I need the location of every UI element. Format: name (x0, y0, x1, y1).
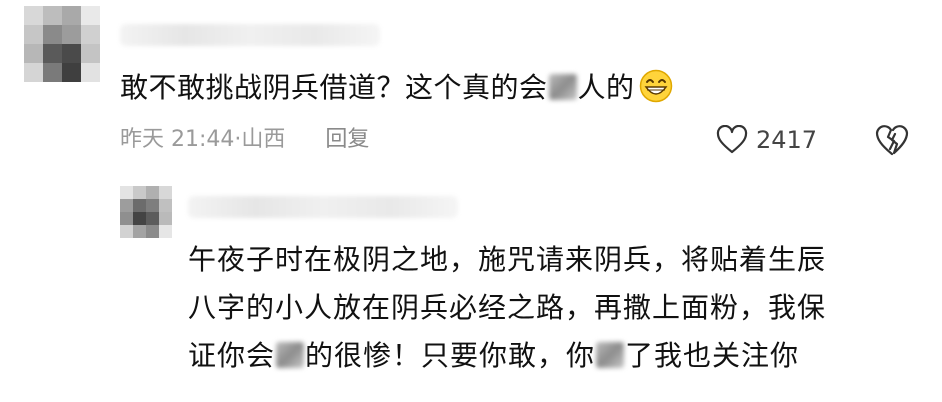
reply-button[interactable]: 回复 (325, 127, 369, 152)
heart-outline-icon (716, 125, 748, 154)
comment-thread: 敢不敢挑战阴兵借道？这个真的会 人的 昨天 21:44·山西 回复 2417 午… (0, 0, 942, 402)
reply-text-part: 了我也关注你 (625, 339, 800, 372)
reply-avatar[interactable] (120, 186, 172, 238)
username[interactable] (120, 24, 380, 46)
comment-meta: 昨天 21:44·山西 回复 (120, 120, 369, 160)
comment-text-part: 敢不敢挑战阴兵借道？这个真的会 (120, 71, 548, 104)
like-button[interactable]: 2417 (716, 122, 817, 158)
reply-text-part: 的很惨！只要你敢，你 (305, 339, 596, 372)
reply-text-part: 证你会 (188, 339, 276, 372)
grinning-face-icon (639, 69, 672, 103)
censored-word (596, 342, 625, 368)
reply-line: 证你会 的很惨！只要你敢，你 了我也关注你 (188, 332, 928, 380)
censored-word (276, 342, 305, 368)
reply-line: 午夜子时在极阴之地，施咒请来阴兵，将贴着生辰 (188, 243, 827, 276)
comment-text-part: 人的 (577, 71, 635, 104)
reply-line: 八字的小人放在阴兵必经之路，再撒上面粉，我保 (188, 291, 827, 324)
censored-word (548, 74, 577, 100)
avatar[interactable] (24, 6, 100, 82)
reply-body: 午夜子时在极阴之地，施咒请来阴兵，将贴着生辰 八字的小人放在阴兵必经之路，再撒上… (188, 236, 928, 380)
broken-heart-icon[interactable] (874, 122, 910, 158)
like-count: 2417 (756, 126, 818, 154)
reply-username[interactable] (188, 196, 458, 218)
comment-body: 敢不敢挑战阴兵借道？这个真的会 人的 (120, 68, 673, 108)
timestamp-location: 昨天 21:44·山西 (120, 127, 286, 152)
